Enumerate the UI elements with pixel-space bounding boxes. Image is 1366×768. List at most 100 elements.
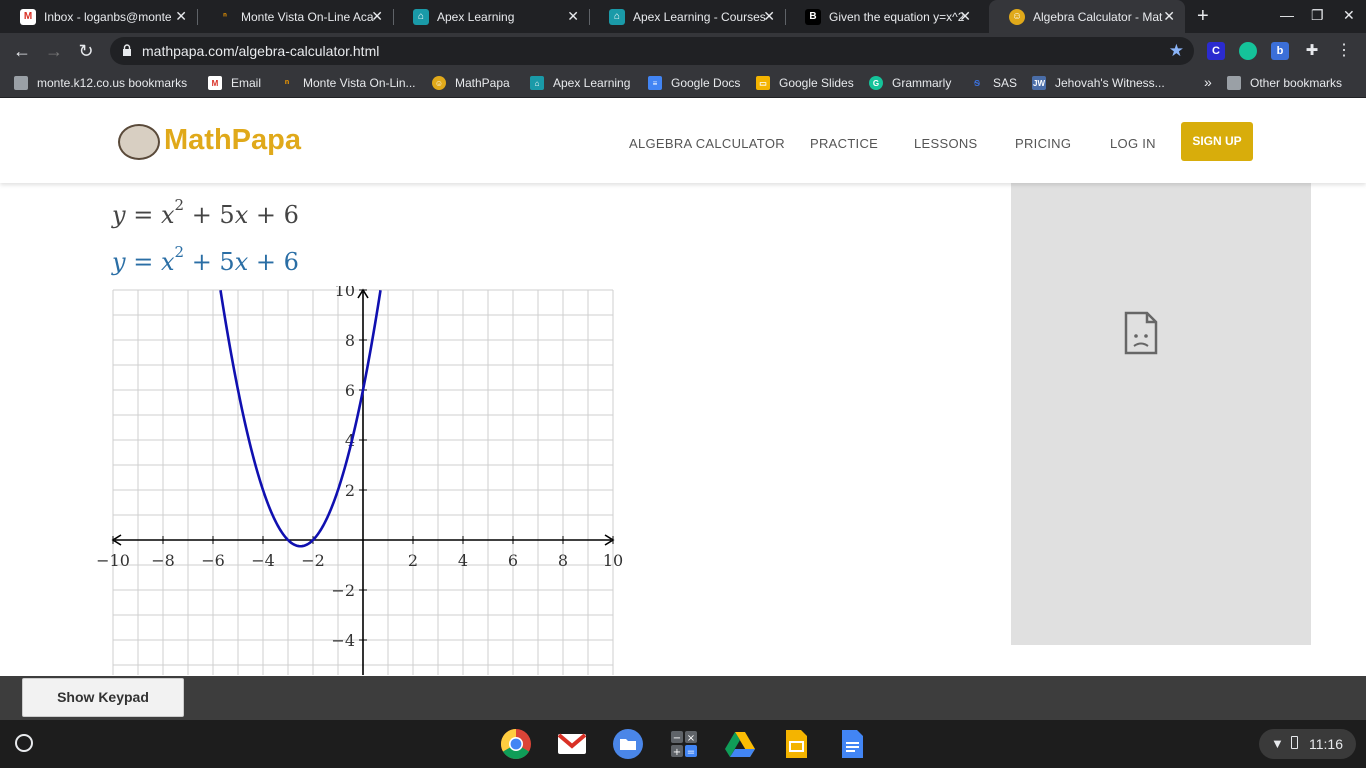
close-icon[interactable]: ✕ <box>371 9 383 23</box>
gmail-icon: M <box>20 8 36 25</box>
x-tick-label: −6 <box>201 551 225 570</box>
docs-icon[interactable] <box>836 728 868 760</box>
close-icon[interactable]: ✕ <box>763 9 775 23</box>
nav-algebra-calculator[interactable]: ALGEBRA CALCULATOR <box>629 136 785 151</box>
files-icon[interactable] <box>612 728 644 760</box>
y-tick-label: 8 <box>345 331 355 350</box>
bookmark-star-icon[interactable]: ★ <box>1169 41 1184 61</box>
mathpapa-icon: ☺ <box>432 76 446 90</box>
nav-log-in[interactable]: LOG IN <box>1110 136 1156 151</box>
calculator-icon[interactable]: − × + = <box>668 728 700 760</box>
x-tick-label: −8 <box>151 551 175 570</box>
input-equation: y = x2 + 5x + 6 <box>112 196 299 229</box>
extension-c-icon[interactable]: C <box>1207 42 1225 60</box>
slides-icon: ▭ <box>756 76 770 90</box>
jw-icon: JW <box>1032 76 1046 90</box>
bookmark-sas[interactable]: ᵴ SAS <box>970 76 1017 90</box>
tab-monte-vista[interactable]: ⁿ Monte Vista On-Line Aca ✕ <box>197 0 394 33</box>
gmail-icon[interactable] <box>556 728 588 760</box>
folder-icon <box>1227 76 1241 90</box>
address-bar[interactable]: mathpapa.com/algebra-calculator.html ★ <box>110 37 1194 65</box>
tab-inbox[interactable]: M Inbox - loganbs@monte ✕ <box>0 0 198 33</box>
web-page: MathPapa ALGEBRA CALCULATOR PRACTICE LES… <box>0 98 1366 676</box>
tab-title: Apex Learning - Courses <box>633 9 766 24</box>
site-logo[interactable]: MathPapa <box>164 124 301 157</box>
slides-icon[interactable] <box>780 728 812 760</box>
other-bookmarks[interactable]: Other bookmarks <box>1227 76 1342 90</box>
function-graph: −10 −8 −6 −4 −2 2 4 6 8 10108642−2−4 <box>96 286 623 675</box>
x-tick-label: −2 <box>301 551 325 570</box>
bookmark-label: Monte Vista On-Lin... <box>303 76 416 90</box>
bookmark-apex[interactable]: ⌂ Apex Learning <box>530 76 630 90</box>
eq-term: x <box>234 201 249 229</box>
bookmarks-overflow[interactable]: » <box>1204 74 1212 90</box>
docs-icon: ≡ <box>648 76 662 90</box>
bookmark-email[interactable]: M Email <box>208 76 261 90</box>
close-icon[interactable]: ✕ <box>567 9 579 23</box>
eq-term: x <box>160 201 175 229</box>
bookmark-label: Email <box>231 76 262 90</box>
eq-lhs: y <box>112 248 126 276</box>
reload-icon[interactable]: ↻ <box>76 41 96 61</box>
x-tick-label: −4 <box>251 551 275 570</box>
tab-apex-learning[interactable]: ⌂ Apex Learning ✕ <box>393 0 590 33</box>
close-icon[interactable]: ✕ <box>175 9 187 23</box>
tab-title: Algebra Calculator - Mat <box>1033 9 1163 24</box>
lock-icon <box>123 44 131 56</box>
x-tick-label: 4 <box>458 551 468 570</box>
tab-title: Monte Vista On-Line Aca <box>241 9 374 24</box>
mathpapa-logo-icon[interactable] <box>118 124 160 160</box>
tab-algebra-calculator[interactable]: ☺ Algebra Calculator - Mat ✕ <box>989 0 1185 33</box>
launcher-icon[interactable] <box>15 734 33 752</box>
svg-text:−: − <box>673 733 681 744</box>
restore-icon[interactable]: ❐ <box>1311 7 1324 24</box>
bookmark-google-slides[interactable]: ▭ Google Slides <box>756 76 854 90</box>
chrome-icon[interactable] <box>500 728 532 760</box>
extension-b-icon[interactable]: b <box>1271 42 1289 60</box>
sas-icon: ᵴ <box>973 77 981 89</box>
bookmark-monte-vista[interactable]: ⁿ Monte Vista On-Lin... <box>280 76 416 90</box>
back-arrow-icon[interactable]: ← <box>12 41 32 61</box>
extensions-puzzle-icon[interactable]: ✚ <box>1302 41 1322 61</box>
eq-term: + 5 <box>191 201 235 229</box>
minimize-icon[interactable]: — <box>1280 7 1294 23</box>
eq-term: + 5 <box>191 248 235 276</box>
monte-vista-icon: ⁿ <box>284 76 290 90</box>
eq-sign: = <box>133 201 154 229</box>
grammarly-icon: G <box>869 76 883 90</box>
bookmark-grammarly[interactable]: G Grammarly <box>869 76 951 90</box>
new-tab-button[interactable]: + <box>1197 6 1209 26</box>
bookmark-label: Google Docs <box>671 76 741 90</box>
close-icon[interactable]: ✕ <box>959 9 971 23</box>
sign-up-button[interactable]: SIGN UP <box>1181 122 1253 161</box>
apex-icon: ⌂ <box>530 76 544 90</box>
bookmark-label: monte.k12.co.us bookmarks <box>37 76 188 90</box>
system-tray[interactable]: ▼ 11:16 <box>1259 729 1356 759</box>
tab-brainly[interactable]: B Given the equation y=x^2 ✕ <box>785 0 981 33</box>
tab-title: Apex Learning <box>437 9 515 24</box>
site-header: MathPapa ALGEBRA CALCULATOR PRACTICE LES… <box>0 98 1366 183</box>
bookmark-mathpapa[interactable]: ☺ MathPapa <box>432 76 510 90</box>
menu-kebab-icon[interactable]: ⋮ <box>1334 41 1354 61</box>
bookmark-folder-monte[interactable]: monte.k12.co.us bookmarks <box>14 76 187 90</box>
x-tick-label: 8 <box>558 551 568 570</box>
eq-term: x <box>234 248 249 276</box>
bookmark-google-docs[interactable]: ≡ Google Docs <box>648 76 740 90</box>
drive-icon[interactable] <box>724 728 756 760</box>
eq-constant: + 6 <box>255 201 299 229</box>
close-icon[interactable]: ✕ <box>1163 9 1175 23</box>
nav-lessons[interactable]: LESSONS <box>914 136 978 151</box>
bookmark-label: Other bookmarks <box>1250 76 1343 90</box>
x-tick-label: 2 <box>408 551 418 570</box>
nav-pricing[interactable]: PRICING <box>1015 136 1071 151</box>
extension-grammarly-icon[interactable] <box>1239 42 1257 60</box>
nav-practice[interactable]: PRACTICE <box>810 136 878 151</box>
close-window-icon[interactable]: ✕ <box>1343 7 1355 24</box>
bookmark-jw[interactable]: JW Jehovah's Witness... <box>1032 76 1165 90</box>
forward-arrow-icon[interactable]: → <box>44 41 64 61</box>
svg-text:×: × <box>687 733 695 744</box>
y-tick-label: 6 <box>345 381 355 400</box>
wifi-icon: ▼ <box>1271 736 1284 751</box>
tab-apex-courses[interactable]: ⌂ Apex Learning - Courses ✕ <box>589 0 786 33</box>
show-keypad-button[interactable]: Show Keypad <box>22 678 184 717</box>
